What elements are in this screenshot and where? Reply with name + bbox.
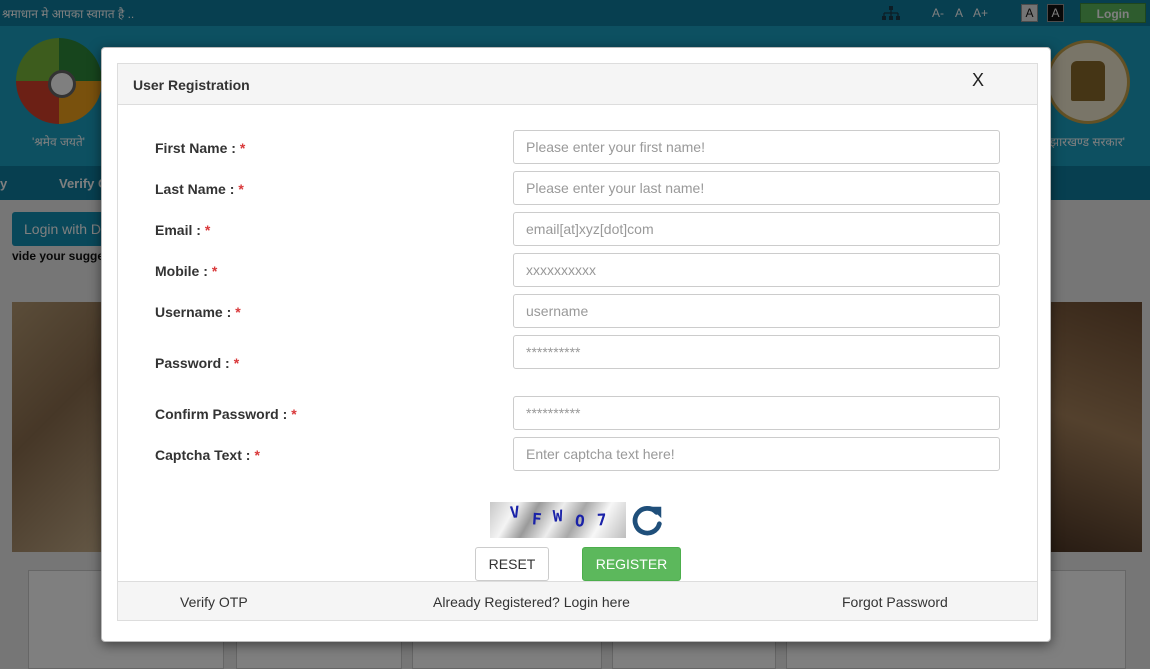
password-input[interactable] — [513, 335, 1000, 369]
captcha-char: F — [531, 509, 554, 530]
captcha-label: Captcha Text : * — [155, 447, 260, 463]
refresh-icon[interactable] — [628, 501, 666, 539]
captcha-char: V — [509, 502, 533, 523]
last-name-input[interactable] — [513, 171, 1000, 205]
modal-panel: User Registration X First Name :* Last N… — [117, 63, 1038, 621]
mobile-label: Mobile : * — [155, 263, 218, 279]
password-label: Password : * — [155, 355, 240, 371]
last-name-label: Last Name : * — [155, 181, 244, 197]
register-button[interactable]: REGISTER — [582, 547, 681, 581]
modal-footer: Verify OTP Already Registered? Login her… — [118, 581, 1037, 620]
modal-header: User Registration X — [118, 64, 1037, 105]
captcha-char: W — [552, 505, 576, 526]
confirm-password-label: Confirm Password : * — [155, 406, 297, 422]
close-button[interactable]: X — [972, 70, 984, 91]
email-label: Email : * — [155, 222, 211, 238]
login-here-link[interactable]: Already Registered? Login here — [433, 594, 630, 610]
registration-modal: User Registration X First Name :* Last N… — [101, 47, 1051, 642]
captcha-char: O — [573, 510, 598, 533]
verify-otp-link[interactable]: Verify OTP — [180, 594, 248, 610]
modal-title: User Registration — [133, 77, 250, 93]
reset-button[interactable]: RESET — [475, 547, 549, 581]
captcha-char: 7 — [596, 509, 619, 530]
captcha-input[interactable] — [513, 437, 1000, 471]
username-label: Username : * — [155, 304, 241, 320]
mobile-input[interactable] — [513, 253, 1000, 287]
username-input[interactable] — [513, 294, 1000, 328]
email-input[interactable] — [513, 212, 1000, 246]
confirm-password-input[interactable] — [513, 396, 1000, 430]
captcha-image: VFWO7 — [490, 502, 626, 538]
forgot-password-link[interactable]: Forgot Password — [842, 594, 948, 610]
first-name-input[interactable] — [513, 130, 1000, 164]
captcha-text: VFWO7 — [509, 502, 619, 532]
first-name-label: First Name : * — [155, 140, 246, 156]
